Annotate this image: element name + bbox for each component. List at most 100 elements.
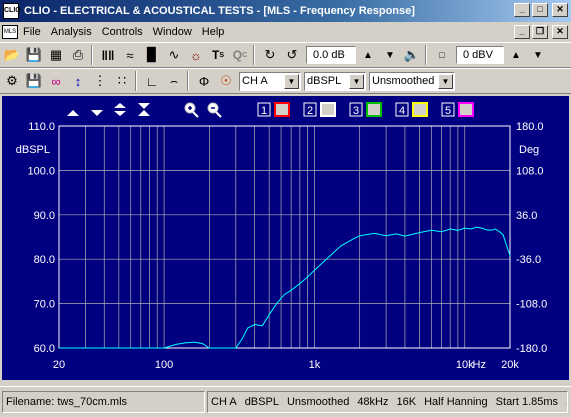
x-tick-label: 100 <box>155 359 173 371</box>
phase-icon[interactable]: Φ <box>194 71 214 91</box>
group-delay-icon[interactable]: ☉ <box>216 71 236 91</box>
y-tick-label: 100.0 <box>27 165 55 177</box>
cursor-icon[interactable]: ∷ <box>112 71 132 91</box>
loop-icon[interactable]: ↺ <box>282 45 302 65</box>
curve-controls: 1 2 3 4 5 <box>257 102 474 117</box>
curve-number-label: 2 <box>307 105 313 117</box>
print-icon[interactable]: ⎙ <box>68 45 88 65</box>
title-bar: CLIO CLIO - ELECTRICAL & ACOUSTICAL TEST… <box>0 0 571 22</box>
sinusoidal-icon[interactable]: ≈ <box>120 45 140 65</box>
y2-tick-label: 108.0 <box>516 165 544 177</box>
document-window-controls: _ ❐ ✕ <box>514 25 568 39</box>
frequency-response-chart: 1 2 3 4 5 dBSPL Deg 110.0 100.0 90.0 80.0 70.0 60… <box>16 102 547 371</box>
scale-down-icon[interactable] <box>91 110 103 116</box>
level-up-icon[interactable]: ▲ <box>358 45 378 65</box>
y-tick-labels: 110.0 100.0 90.0 80.0 70.0 60.0 <box>27 121 55 355</box>
status-details: CH A dBSPL Unsmoothed 48kHz 16K Half Han… <box>207 391 568 413</box>
menu-window[interactable]: Window <box>148 26 197 38</box>
toolbar-separator <box>187 71 189 91</box>
input-level-field[interactable]: 0 dBV <box>456 46 504 64</box>
zoom-out-icon[interactable] <box>207 102 222 118</box>
marker-icon[interactable]: ⋮ <box>90 71 110 91</box>
loop-mode-icon[interactable]: ∞ <box>46 71 66 91</box>
input-down-icon[interactable]: ▼ <box>528 45 548 65</box>
chevron-down-icon[interactable]: ▼ <box>284 73 299 89</box>
y-tick-label: 110.0 <box>28 121 55 133</box>
maximize-button[interactable]: □ <box>532 3 548 17</box>
y2-tick-label: -108.0 <box>516 299 547 311</box>
chevron-down-icon[interactable]: ▼ <box>438 73 453 89</box>
menu-file[interactable]: File <box>18 26 46 38</box>
scale-up-icon[interactable] <box>67 110 79 116</box>
sine-icon[interactable]: ∿ <box>164 45 184 65</box>
toolbar-separator <box>91 45 93 65</box>
menu-help[interactable]: Help <box>197 26 230 38</box>
close-button[interactable]: ✕ <box>552 3 568 17</box>
microphone-icon[interactable]: ↕ <box>68 71 88 91</box>
graph-panel: 1 2 3 4 5 dBSPL Deg 110.0 100.0 90.0 80.0 70.0 60… <box>0 94 571 382</box>
series-line <box>59 226 511 349</box>
level-down-icon[interactable]: ▼ <box>380 45 400 65</box>
x-tick-label: 10k <box>456 359 474 371</box>
main-toolbar: 📂 💾 ▦ ⎙ ‖‖ ≈ ▉ ∿ ☼ TS QC ↻ ↺ 0.0 dB ▲ ▼ … <box>0 42 571 68</box>
curve-color-toggle[interactable] <box>366 102 382 117</box>
impulse-icon[interactable]: ∟ <box>142 71 162 91</box>
y2-tick-labels: 180.0 108.0 36.0 -36.0 -108.0 -180.0 <box>516 121 547 355</box>
units-select[interactable]: dBSPL ▼ <box>304 71 366 91</box>
app-icon[interactable]: CLIO <box>3 3 21 19</box>
curve-number-label: 4 <box>399 105 405 117</box>
menu-analysis[interactable]: Analysis <box>46 26 97 38</box>
settings-icon[interactable]: ⚙ <box>2 71 22 91</box>
toolbar-separator <box>425 45 427 65</box>
curve-number-label: 3 <box>353 105 359 117</box>
menu-controls[interactable]: Controls <box>97 26 148 38</box>
doc-restore-button[interactable]: ❐ <box>532 25 548 39</box>
mls-icon[interactable]: ‖‖ <box>98 45 118 65</box>
minimize-button[interactable]: _ <box>514 3 530 17</box>
export-icon[interactable]: ▦ <box>46 45 66 65</box>
x-tick-label: 20k <box>501 359 519 371</box>
save-icon[interactable]: 💾 <box>24 45 44 65</box>
thiele-small-icon[interactable]: TS <box>208 45 228 65</box>
curve-color-toggle[interactable] <box>412 102 428 117</box>
curve-color-toggle[interactable] <box>274 102 290 117</box>
curve-color-toggle[interactable] <box>320 102 336 117</box>
status-smoothing: Unsmoothed <box>286 396 350 408</box>
zoom-in-icon[interactable] <box>184 102 199 118</box>
status-units: dBSPL <box>244 396 279 408</box>
multimeter-icon[interactable]: ☼ <box>186 45 206 65</box>
input-up-icon[interactable]: ▲ <box>506 45 526 65</box>
x-tick-label: 1k <box>309 359 321 371</box>
smoothing-select[interactable]: Unsmoothed ▼ <box>369 71 455 91</box>
channel-select[interactable]: CH A ▼ <box>239 71 301 91</box>
window-controls: _ □ ✕ <box>514 3 568 17</box>
document-icon[interactable]: MLS <box>2 25 18 39</box>
fft-icon[interactable]: ▉ <box>142 45 162 65</box>
speaker-icon[interactable]: 🔈 <box>402 45 422 65</box>
toolbar-separator <box>253 45 255 65</box>
status-filename: Filename: tws_70cm.mls <box>2 391 205 413</box>
output-level-field[interactable]: 0.0 dB <box>306 46 356 64</box>
compress-icon[interactable] <box>138 103 150 116</box>
status-channel: CH A <box>211 396 237 408</box>
save-curve-icon[interactable]: 💾 <box>24 71 44 91</box>
x-tick-label: 20 <box>53 359 65 371</box>
y2-axis-label: Deg <box>519 144 539 156</box>
doc-close-button[interactable]: ✕ <box>552 25 568 39</box>
open-icon[interactable]: 📂 <box>2 45 22 65</box>
y2-tick-label: -180.0 <box>516 343 547 355</box>
graph-area: 1 2 3 4 5 dBSPL Deg 110.0 100.0 90.0 80.0 70.0 60… <box>2 96 569 380</box>
input-channel-icon[interactable]: □ <box>432 45 452 65</box>
y2-tick-label: -36.0 <box>516 254 541 266</box>
status-bar: Filename: tws_70cm.mls CH A dBSPL Unsmoo… <box>0 386 571 417</box>
chevron-down-icon[interactable]: ▼ <box>349 73 364 89</box>
frequency-icon[interactable]: ⌢ <box>164 71 184 91</box>
expand-icon[interactable] <box>114 103 126 116</box>
curve-number-label: 1 <box>261 105 267 117</box>
quality-control-icon[interactable]: QC <box>230 45 250 65</box>
analysis-toolbar: ⚙ 💾 ∞ ↕ ⋮ ∷ ∟ ⌢ Φ ☉ CH A ▼ dBSPL ▼ Unsmo… <box>0 68 571 94</box>
doc-minimize-button[interactable]: _ <box>514 25 530 39</box>
curve-color-toggle[interactable] <box>458 102 474 117</box>
generator-icon[interactable]: ↻ <box>260 45 280 65</box>
toolbar-separator <box>135 71 137 91</box>
